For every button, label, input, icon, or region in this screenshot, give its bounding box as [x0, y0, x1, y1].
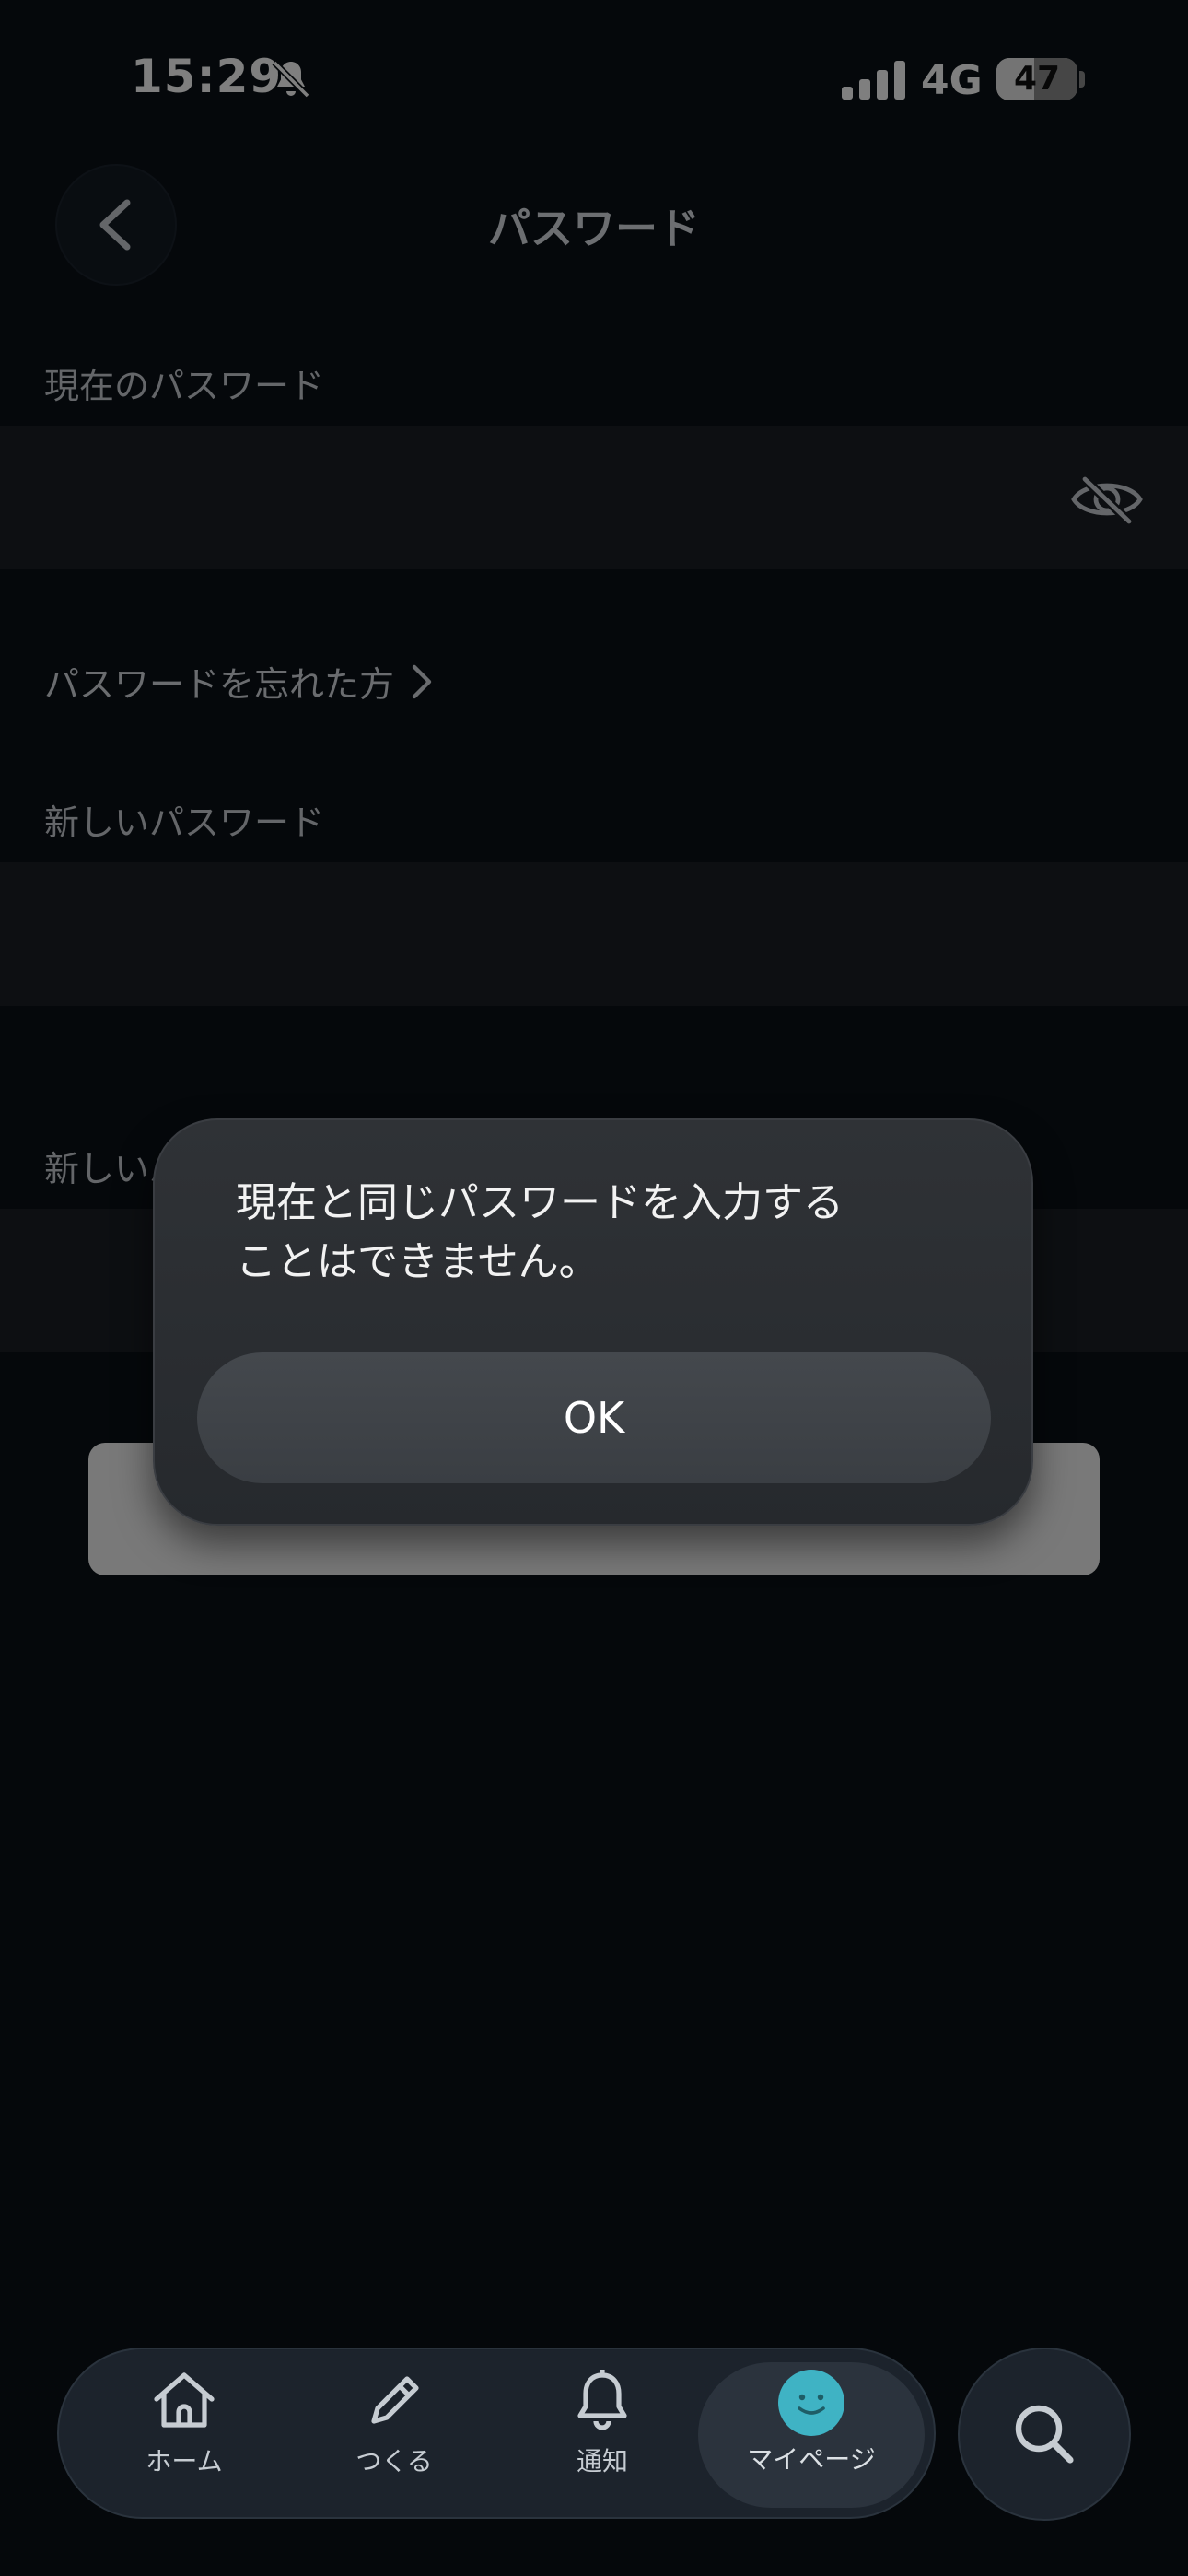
search-button[interactable]	[958, 2348, 1131, 2521]
tab-create[interactable]: つくる	[289, 2360, 499, 2508]
bell-icon	[577, 2370, 627, 2430]
tab-home[interactable]: ホーム	[79, 2360, 289, 2508]
search-icon	[1015, 2405, 1074, 2464]
tab-notifications[interactable]: 通知	[497, 2360, 707, 2508]
tab-notifications-label: 通知	[576, 2446, 628, 2476]
ok-button[interactable]: OK	[197, 1352, 991, 1483]
alert-message: 現在と同じパスワードを入力する ことはできません。	[236, 1174, 973, 1292]
tab-home-label: ホーム	[146, 2446, 223, 2476]
alert-message-line-1: 現在と同じパスワードを入力する	[236, 1179, 844, 1226]
tab-mypage[interactable]: マイページ	[698, 2362, 925, 2508]
tab-mypage-label: マイページ	[747, 2444, 876, 2475]
avatar-icon	[778, 2370, 844, 2436]
home-icon	[154, 2372, 215, 2428]
pencil-icon	[371, 2376, 419, 2424]
tab-create-label: つくる	[355, 2446, 433, 2476]
alert-message-line-2: ことはできません。	[236, 1238, 600, 1285]
